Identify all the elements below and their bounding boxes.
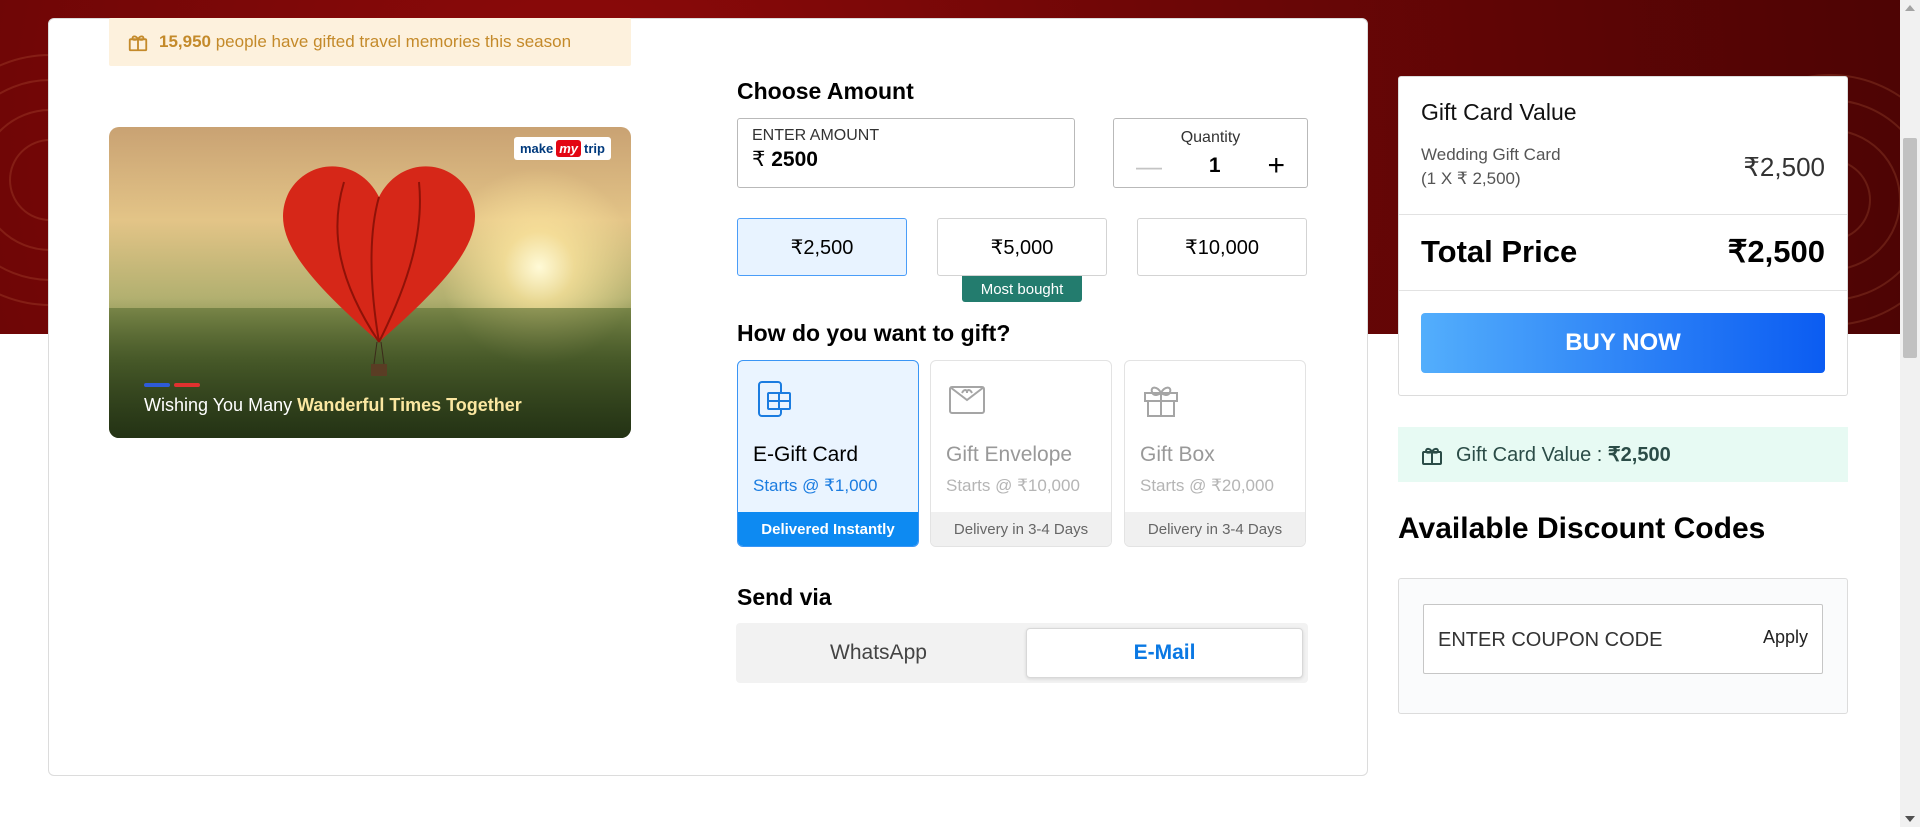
gcv-value: ₹2,500 <box>1607 444 1671 466</box>
promo-banner: 15,950 people have gifted travel memorie… <box>109 18 631 66</box>
scroll-up-icon[interactable] <box>1905 5 1915 11</box>
gift-option-egift[interactable]: E-Gift Card Starts @ ₹1,000 Delivered In… <box>737 360 919 547</box>
summary-item-value: ₹2,500 <box>1743 152 1825 182</box>
amount-label: ENTER AMOUNT <box>752 127 880 144</box>
envelope-icon <box>949 386 985 414</box>
amount-value[interactable]: 2500 <box>771 148 818 171</box>
logo-trip: trip <box>584 141 605 156</box>
gift-card-image[interactable]: make my trip Wishing You Many Wanderful … <box>109 127 631 438</box>
carousel-dot-1[interactable] <box>144 383 170 387</box>
coupon-placeholder: ENTER COUPON CODE <box>1438 629 1663 651</box>
choose-amount-title: Choose Amount <box>737 78 914 104</box>
promo-text: people have gifted travel memories this … <box>211 32 572 51</box>
total-price-value: ₹2,500 <box>1727 234 1825 269</box>
summary-title: Gift Card Value <box>1421 99 1577 125</box>
summary-item-detail: (1 X ₹ 2,500) <box>1421 169 1521 188</box>
most-bought-badge: Most bought <box>962 276 1082 302</box>
carousel-dot-2[interactable] <box>174 383 200 387</box>
gift-option-delivery: Delivery in 3-4 Days <box>1125 512 1305 546</box>
amount-chip-10000[interactable]: ₹10,000 <box>1137 218 1307 276</box>
quantity-label: Quantity <box>1180 129 1241 146</box>
amount-chip-2500[interactable]: ₹2,500 <box>737 218 907 276</box>
gift-option-envelope[interactable]: Gift Envelope Starts @ ₹10,000 Delivery … <box>930 360 1112 547</box>
currency-symbol: ₹ <box>752 148 766 171</box>
quantity-value: 1 <box>1208 154 1221 177</box>
makemytrip-logo: make my trip <box>514 137 611 160</box>
heart-balloon-illustration <box>283 166 475 376</box>
summary-divider <box>1399 290 1847 291</box>
gift-card-value-bar: Gift Card Value : ₹2,500 <box>1398 427 1848 482</box>
caption-prefix: Wishing You Many <box>144 395 298 415</box>
gift-option-box[interactable]: Gift Box Starts @ ₹20,000 Delivery in 3-… <box>1124 360 1306 547</box>
logo-my: my <box>556 140 582 157</box>
apply-coupon-button[interactable]: Apply <box>1763 627 1808 648</box>
coupon-code-input[interactable]: ENTER COUPON CODE Apply <box>1423 604 1823 674</box>
phone-gift-icon <box>758 381 791 417</box>
amount-input[interactable]: ENTER AMOUNT ₹ 2500 <box>737 118 1075 188</box>
coupon-panel: ENTER COUPON CODE Apply <box>1398 578 1848 714</box>
amount-chip-5000[interactable]: ₹5,000 <box>937 218 1107 276</box>
scroll-down-icon[interactable] <box>1905 816 1915 822</box>
gcv-label: Gift Card Value : <box>1456 444 1608 466</box>
scroll-thumb[interactable] <box>1903 138 1917 358</box>
quantity-minus-button[interactable]: — <box>1136 151 1162 182</box>
gift-option-price: Starts @ ₹1,000 <box>753 476 878 495</box>
gift-option-delivery: Delivered Instantly <box>738 512 918 546</box>
quantity-plus-button[interactable]: + <box>1267 149 1285 183</box>
gift-option-delivery: Delivery in 3-4 Days <box>931 512 1111 546</box>
quantity-stepper: Quantity — 1 + <box>1113 118 1308 188</box>
gift-method-title: How do you want to gift? <box>737 320 1011 346</box>
send-via-email[interactable]: E-Mail <box>1026 628 1303 678</box>
summary-divider <box>1399 214 1847 215</box>
page-scrollbar[interactable] <box>1900 0 1920 827</box>
send-via-title: Send via <box>737 584 832 610</box>
gift-option-name: E-Gift Card <box>753 443 859 466</box>
gift-icon <box>128 35 148 52</box>
summary-item-name: Wedding Gift Card <box>1421 145 1561 164</box>
total-price-label: Total Price <box>1421 234 1578 269</box>
card-caption: Wishing You Many Wanderful Times Togethe… <box>144 395 522 416</box>
gift-option-price: Starts @ ₹20,000 <box>1140 476 1274 495</box>
logo-make: make <box>520 141 554 156</box>
gift-option-price: Starts @ ₹10,000 <box>946 476 1080 495</box>
discount-codes-title: Available Discount Codes <box>1398 512 1766 545</box>
carousel-dots[interactable] <box>144 383 200 387</box>
price-summary-card: Gift Card Value Wedding Gift Card (1 X ₹… <box>1398 76 1848 396</box>
gift-option-name: Gift Envelope <box>946 443 1073 466</box>
caption-bold: Wanderful Times Together <box>297 395 522 415</box>
gift-option-name: Gift Box <box>1140 443 1215 466</box>
send-via-toggle: WhatsApp E-Mail <box>736 623 1308 683</box>
gift-box-icon <box>1144 386 1178 417</box>
send-via-whatsapp[interactable]: WhatsApp <box>741 628 1016 678</box>
promo-count: 15,950 <box>159 32 211 51</box>
buy-now-button[interactable]: BUY NOW <box>1421 313 1825 373</box>
gift-icon <box>1422 447 1442 465</box>
